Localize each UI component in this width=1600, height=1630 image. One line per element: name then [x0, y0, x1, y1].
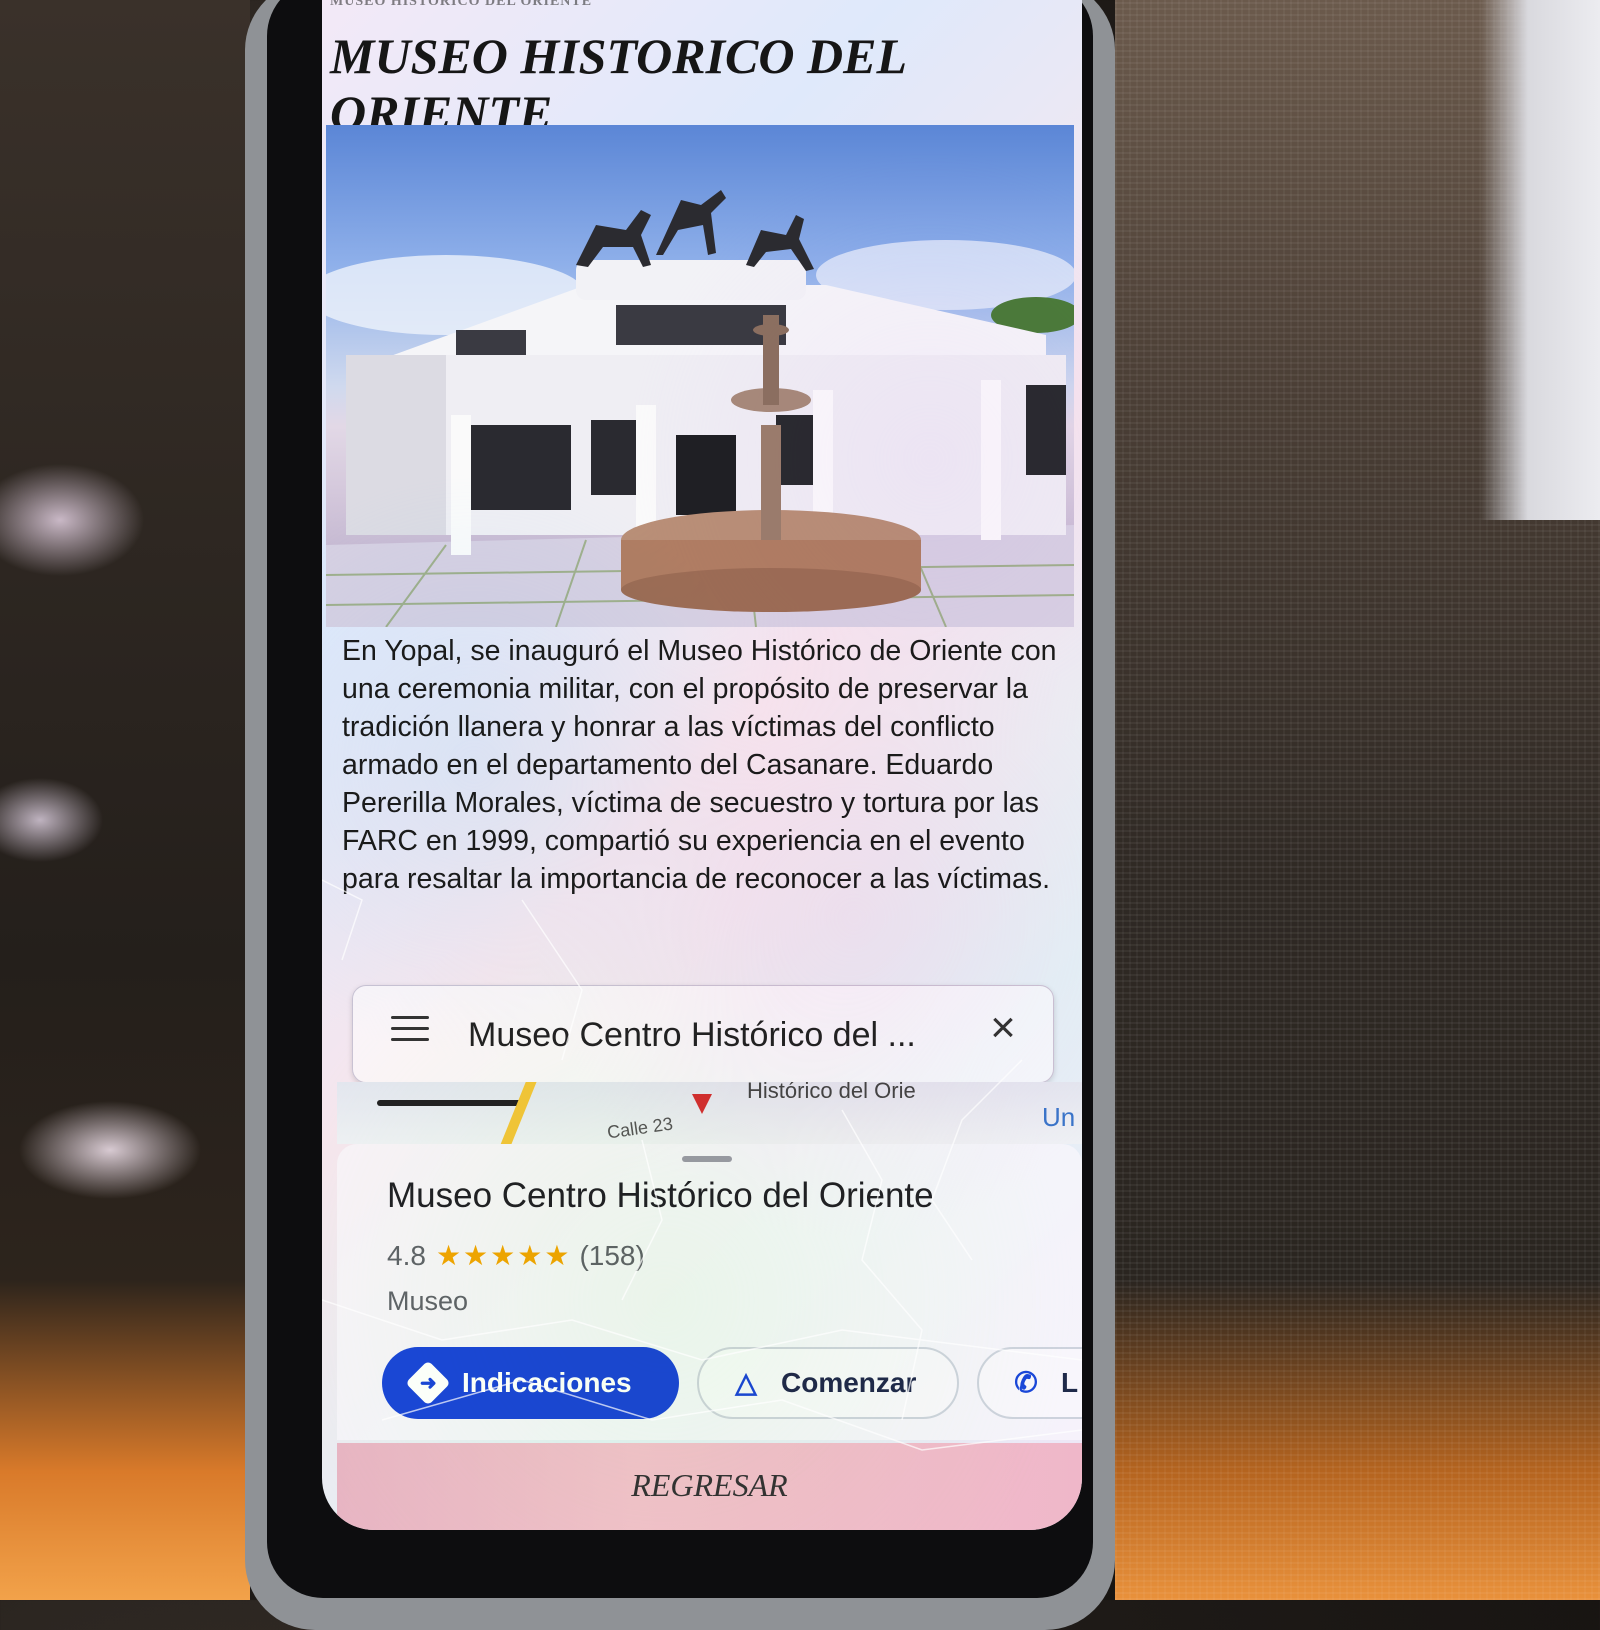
background-paper-edge — [1480, 0, 1600, 520]
close-icon[interactable]: × — [983, 1006, 1023, 1050]
directions-icon: ➜ — [405, 1360, 451, 1406]
review-count[interactable]: (158) — [579, 1240, 644, 1271]
drag-handle[interactable] — [682, 1156, 732, 1162]
map-corner-label: Un — [1042, 1102, 1076, 1132]
map-pin-icon[interactable] — [692, 1094, 712, 1114]
directions-label: Indicaciones — [462, 1367, 632, 1398]
call-button[interactable]: ✆ L — [977, 1347, 1082, 1419]
museum-building-illustration — [326, 190, 1074, 627]
article-description: En Yopal, se inauguró el Museo Histórico… — [342, 635, 1057, 895]
hamburger-menu-icon[interactable] — [391, 1016, 429, 1044]
map-highway — [495, 1082, 539, 1144]
directions-button[interactable]: ➜ Indicaciones — [382, 1347, 679, 1419]
back-button[interactable]: REGRESAR — [337, 1443, 1082, 1530]
background-left — [0, 0, 250, 1600]
back-label: REGRESAR — [631, 1467, 788, 1503]
call-label: L — [1061, 1367, 1079, 1398]
museum-photo — [326, 125, 1074, 627]
header-top-title: MUSEO HISTORICO DEL ORIENTE — [330, 0, 593, 9]
map-road — [377, 1100, 527, 1106]
star-rating-icon: ★★★★★ — [435, 1240, 572, 1271]
phone-icon: ✆ — [1014, 1367, 1038, 1398]
place-card[interactable]: Museo Centro Histórico del Oriente 4.8 ★★… — [337, 1144, 1082, 1440]
map-preview[interactable]: Histórico del Orie Calle 23 Un — [337, 1082, 1082, 1144]
phone-screen: MUSEO HISTORICO DEL ORIENTE MUSEO HISTOR… — [322, 0, 1082, 1530]
start-button[interactable]: △ Comenzar — [697, 1347, 959, 1419]
map-place-label: Histórico del Orie — [747, 1082, 916, 1103]
rating-value: 4.8 — [387, 1240, 426, 1271]
navigation-arrow-icon: △ — [735, 1367, 757, 1398]
phone-bezel: MUSEO HISTORICO DEL ORIENTE MUSEO HISTOR… — [267, 0, 1093, 1598]
phone-frame: MUSEO HISTORICO DEL ORIENTE MUSEO HISTOR… — [245, 0, 1115, 1630]
place-name: Museo Centro Histórico del Oriente — [387, 1176, 934, 1215]
map-street-label: Calle 23 — [605, 1113, 675, 1143]
rating-row: 4.8 ★★★★★ (158) — [387, 1239, 645, 1272]
place-category: Museo — [387, 1286, 469, 1316]
start-label: Comenzar — [781, 1367, 917, 1398]
search-input[interactable]: Museo Centro Histórico del ... — [468, 1016, 948, 1055]
maps-search-bar[interactable]: Museo Centro Histórico del ... × — [352, 985, 1054, 1083]
